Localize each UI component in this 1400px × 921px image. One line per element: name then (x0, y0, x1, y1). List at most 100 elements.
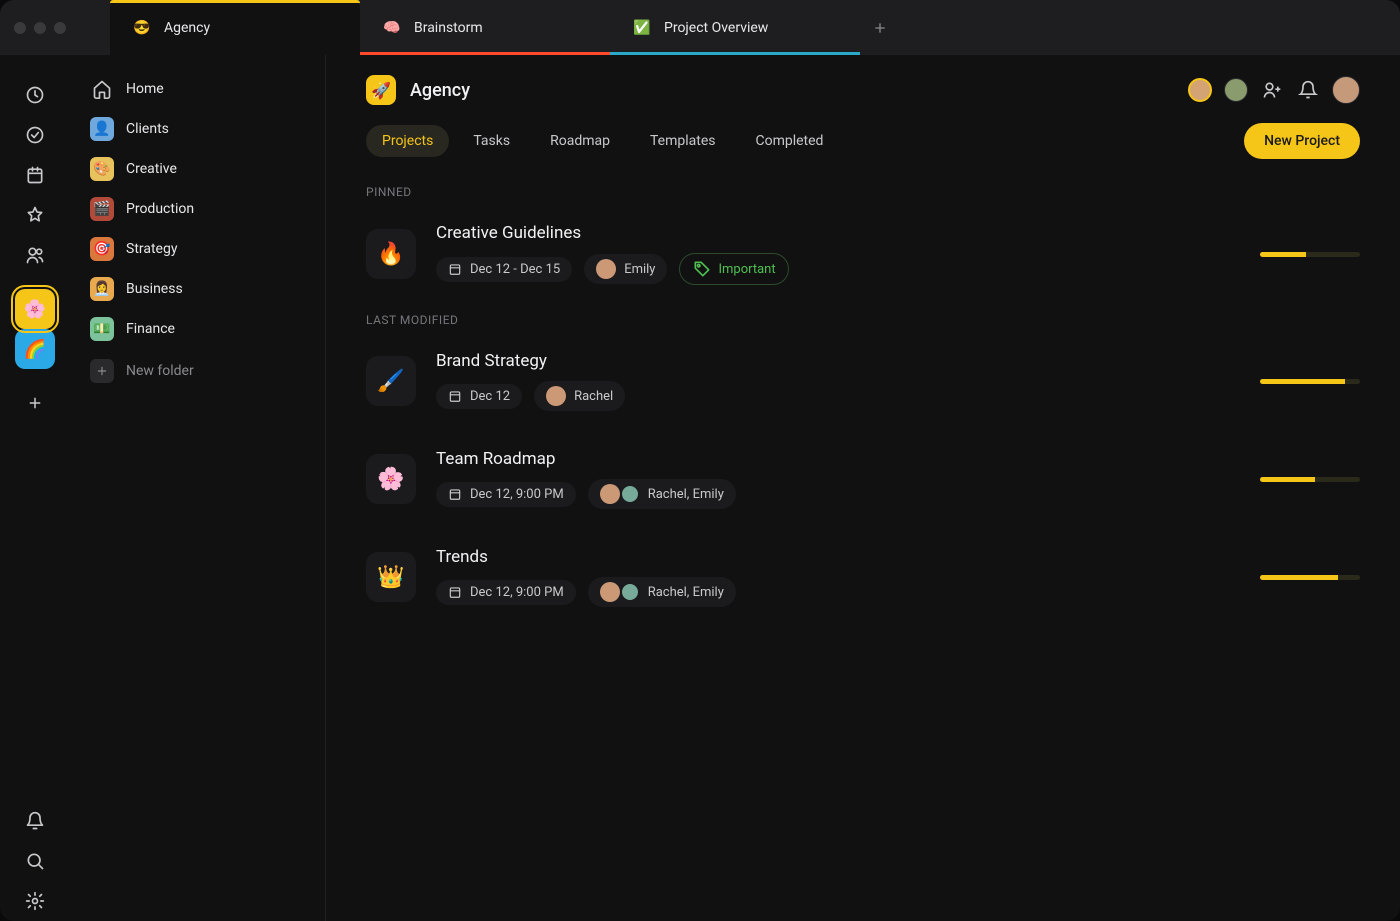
maximize-window[interactable] (54, 22, 66, 34)
tab-project-overview[interactable]: ✅Project Overview (610, 0, 860, 55)
tab-icon: ✅ (632, 18, 652, 38)
settings-icon[interactable] (15, 881, 55, 921)
check-circle-icon[interactable] (15, 115, 55, 155)
tab-label: Brainstorm (414, 20, 483, 36)
sidebar-item-home[interactable]: Home (80, 69, 315, 109)
sidebar-item-creative[interactable]: 🎨Creative (80, 149, 315, 189)
sidebar-item-clients[interactable]: 👤 Clients (80, 109, 315, 149)
project-row[interactable]: 👑 Trends Dec 12, 9:00 PM Rachel, Emily (366, 537, 1360, 635)
subtab-templates[interactable]: Templates (634, 125, 732, 157)
date-chip[interactable]: Dec 12 (436, 384, 522, 409)
workspace-name: Agency (410, 80, 470, 101)
folder-icon: 🎬 (90, 197, 114, 221)
sidebar-item-label: Finance (126, 321, 175, 337)
close-window[interactable] (14, 22, 26, 34)
calendar-icon (448, 389, 462, 403)
assignees-chip[interactable]: Emily (584, 254, 667, 284)
folder-icon: 👤 (90, 117, 114, 141)
sidebar: Home 👤 Clients 🎨Creative 🎬 Production 🎯 Strateg… (70, 55, 326, 921)
calendar-icon (448, 585, 462, 599)
new-folder-button[interactable]: New folder (80, 351, 315, 391)
tag-label: Important (718, 262, 775, 277)
member-avatar[interactable] (1188, 78, 1212, 102)
tab-icon: 🧠 (382, 18, 402, 38)
nav-rail: 🌸🌈 (0, 55, 70, 921)
folder-icon: 👩‍💼 (90, 277, 114, 301)
new-project-button[interactable]: New Project (1244, 123, 1360, 159)
plus-icon (90, 359, 114, 383)
date-chip[interactable]: Dec 12, 9:00 PM (436, 482, 576, 507)
folder-icon: 💵 (90, 317, 114, 341)
add-member-icon[interactable] (1260, 78, 1284, 102)
assignees-label: Rachel (574, 389, 613, 404)
workspace-title: 🚀 Agency (366, 75, 470, 105)
assignees-chip[interactable]: Rachel, Emily (588, 577, 736, 607)
workspace-switcher-1[interactable]: 🌈 (15, 329, 55, 369)
calendar-icon[interactable] (15, 155, 55, 195)
notifications-icon[interactable] (1296, 78, 1320, 102)
progress-bar (1260, 575, 1360, 580)
tag-chip[interactable]: Important (679, 253, 788, 285)
tab-brainstorm[interactable]: 🧠 Brainstorm (360, 0, 610, 55)
assignee-avatar (596, 259, 616, 279)
project-row[interactable]: 🔥 Creative Guidelines Dec 12 - Dec 15 Em… (366, 213, 1360, 313)
sidebar-item-finance[interactable]: 💵 Finance (80, 309, 315, 349)
sidebar-item-label: Strategy (126, 241, 177, 257)
tab-label: Agency (164, 20, 210, 36)
project-icon: 🌸 (366, 454, 416, 504)
project-row[interactable]: 🖌️ Brand Strategy Dec 12 Rachel (366, 341, 1360, 439)
calendar-icon (448, 262, 462, 276)
home-icon (90, 77, 114, 101)
project-title: Team Roadmap (436, 449, 1240, 469)
assignee-avatar (600, 484, 620, 504)
folder-icon: 🎯 (90, 237, 114, 261)
date-chip[interactable]: Dec 12, 9:00 PM (436, 580, 576, 605)
project-title: Creative Guidelines (436, 223, 1240, 243)
star-icon[interactable] (15, 195, 55, 235)
subtab-tasks[interactable]: Tasks (457, 125, 526, 157)
user-avatar[interactable] (1332, 76, 1360, 104)
sidebar-item-business[interactable]: 👩‍💼 Business (80, 269, 315, 309)
progress-bar (1260, 252, 1360, 257)
project-title: Brand Strategy (436, 351, 1240, 371)
search-icon[interactable] (15, 841, 55, 881)
sidebar-item-label: Business (126, 281, 183, 297)
sidebar-item-production[interactable]: 🎬 Production (80, 189, 315, 229)
subtab-roadmap[interactable]: Roadmap (534, 125, 626, 157)
minimize-window[interactable] (34, 22, 46, 34)
workspace-icon: 🚀 (366, 75, 396, 105)
assignee-avatar (546, 386, 566, 406)
calendar-icon (448, 487, 462, 501)
tab-agency[interactable]: 😎 Agency (110, 0, 360, 55)
tab-icon: 😎 (132, 18, 152, 38)
date-label: Dec 12, 9:00 PM (470, 487, 564, 502)
new-tab-button[interactable] (860, 20, 900, 36)
assignees-chip[interactable]: Rachel, Emily (588, 479, 736, 509)
assignee-avatar (620, 484, 640, 504)
sidebar-item-strategy[interactable]: 🎯 Strategy (80, 229, 315, 269)
folder-icon: 🎨 (90, 157, 114, 181)
date-chip[interactable]: Dec 12 - Dec 15 (436, 257, 572, 282)
bell-icon[interactable] (15, 801, 55, 841)
users-icon[interactable] (15, 235, 55, 275)
add-workspace-button[interactable] (15, 383, 55, 423)
member-avatar[interactable] (1224, 78, 1248, 102)
subtab-completed[interactable]: Completed (739, 125, 839, 157)
new-folder-label: New folder (126, 363, 194, 379)
progress-bar (1260, 379, 1360, 384)
project-icon: 🖌️ (366, 356, 416, 406)
project-icon: 👑 (366, 552, 416, 602)
sidebar-item-label: Production (126, 201, 194, 217)
main-content: 🚀 Agency ProjectsTasksRoadmapTemplat (326, 55, 1400, 921)
date-label: Dec 12 - Dec 15 (470, 262, 560, 277)
workspace-switcher-0[interactable]: 🌸 (15, 289, 55, 329)
subtab-projects[interactable]: Projects (366, 125, 449, 157)
window-controls (0, 22, 80, 34)
project-row[interactable]: 🌸 Team Roadmap Dec 12, 9:00 PM Rachel, E… (366, 439, 1360, 537)
sidebar-item-label: Clients (126, 121, 169, 137)
assignees-chip[interactable]: Rachel (534, 381, 625, 411)
project-title: Trends (436, 547, 1240, 567)
assignees-label: Rachel, Emily (648, 487, 724, 502)
clock-icon[interactable] (15, 75, 55, 115)
titlebar: 😎 Agency 🧠 Brainstorm ✅Project Overview (0, 0, 1400, 55)
